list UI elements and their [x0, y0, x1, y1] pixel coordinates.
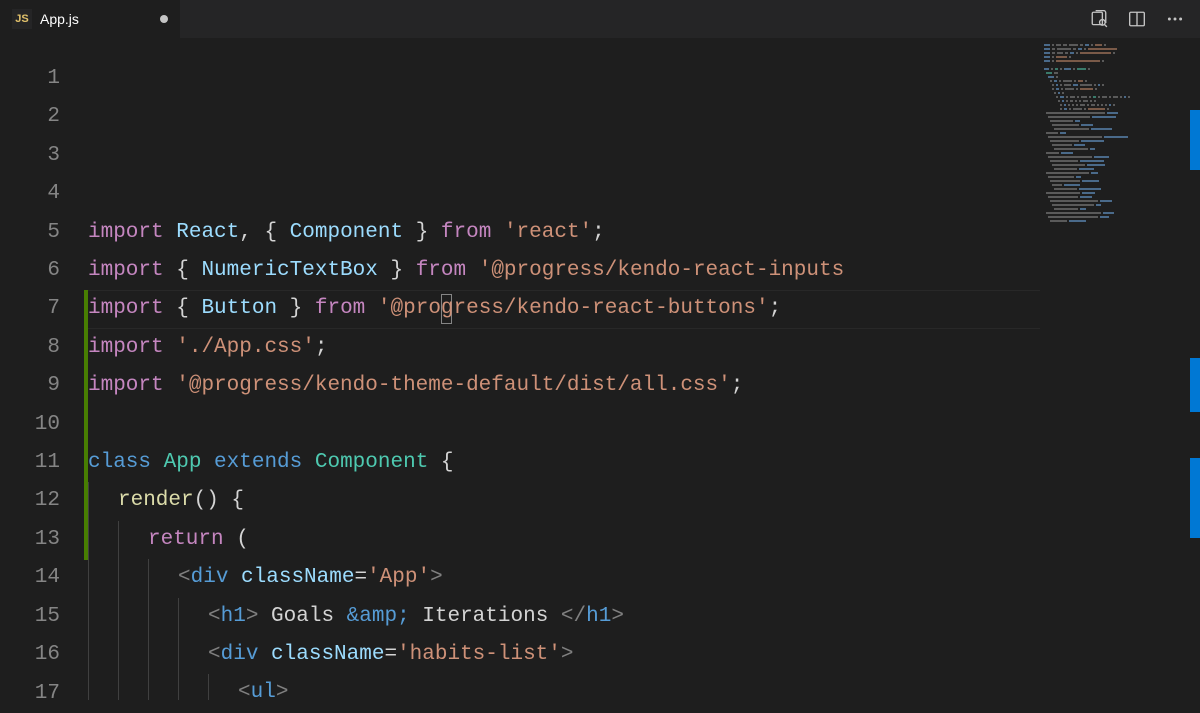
line-number: 9 — [0, 367, 60, 405]
code-line[interactable]: import { Button } from '@progress/kendo-… — [88, 290, 1040, 328]
line-number: 3 — [0, 137, 60, 175]
tab-bar: JS App.js — [0, 0, 1200, 38]
scroll-marker — [1190, 358, 1200, 412]
split-editor-icon[interactable] — [1120, 2, 1154, 36]
code-line[interactable]: <h1> Goals &amp; Iterations </h1> — [88, 598, 1040, 636]
unsaved-dot-icon — [160, 15, 168, 23]
line-number: 14 — [0, 559, 60, 597]
line-number: 11 — [0, 444, 60, 482]
tab-actions — [1082, 0, 1200, 38]
line-number: 8 — [0, 329, 60, 367]
line-number: 4 — [0, 175, 60, 213]
open-changes-icon[interactable] — [1082, 2, 1116, 36]
code-line[interactable]: import '@progress/kendo-theme-default/di… — [88, 367, 1040, 405]
line-number: 2 — [0, 98, 60, 136]
line-number: 17 — [0, 675, 60, 713]
line-number: 1 — [0, 60, 60, 98]
more-actions-icon[interactable] — [1158, 2, 1192, 36]
js-file-icon: JS — [12, 9, 32, 29]
tab-app-js[interactable]: JS App.js — [0, 0, 180, 38]
line-number: 7 — [0, 290, 60, 328]
code-line[interactable]: import './App.css'; — [88, 329, 1040, 367]
line-number: 6 — [0, 252, 60, 290]
code-line[interactable]: class App extends Component { — [88, 444, 1040, 482]
line-number: 16 — [0, 636, 60, 674]
code-line[interactable]: render() { — [88, 482, 1040, 520]
line-number: 5 — [0, 214, 60, 252]
overview-ruler[interactable] — [1186, 38, 1200, 700]
minimap[interactable] — [1040, 38, 1200, 700]
line-number: 13 — [0, 521, 60, 559]
code-area[interactable]: import React, { Component } from 'react'… — [88, 38, 1040, 700]
line-number-gutter: 1234567891011121314151617 — [0, 38, 88, 700]
line-number: 12 — [0, 482, 60, 520]
code-line[interactable]: <div className='habits-list'> — [88, 636, 1040, 674]
line-number: 10 — [0, 406, 60, 444]
tab-filename: App.js — [40, 11, 79, 27]
code-line[interactable]: <ul> — [88, 674, 1040, 700]
scroll-marker — [1190, 458, 1200, 538]
code-line[interactable]: import { NumericTextBox } from '@progres… — [88, 252, 1040, 290]
code-line[interactable]: import React, { Component } from 'react'… — [88, 214, 1040, 252]
scroll-marker — [1190, 110, 1200, 170]
code-line[interactable] — [88, 406, 1040, 444]
editor-area: 1234567891011121314151617 import React, … — [0, 38, 1200, 700]
code-line[interactable]: <div className='App'> — [88, 559, 1040, 597]
line-number: 15 — [0, 598, 60, 636]
code-line[interactable]: return ( — [88, 521, 1040, 559]
